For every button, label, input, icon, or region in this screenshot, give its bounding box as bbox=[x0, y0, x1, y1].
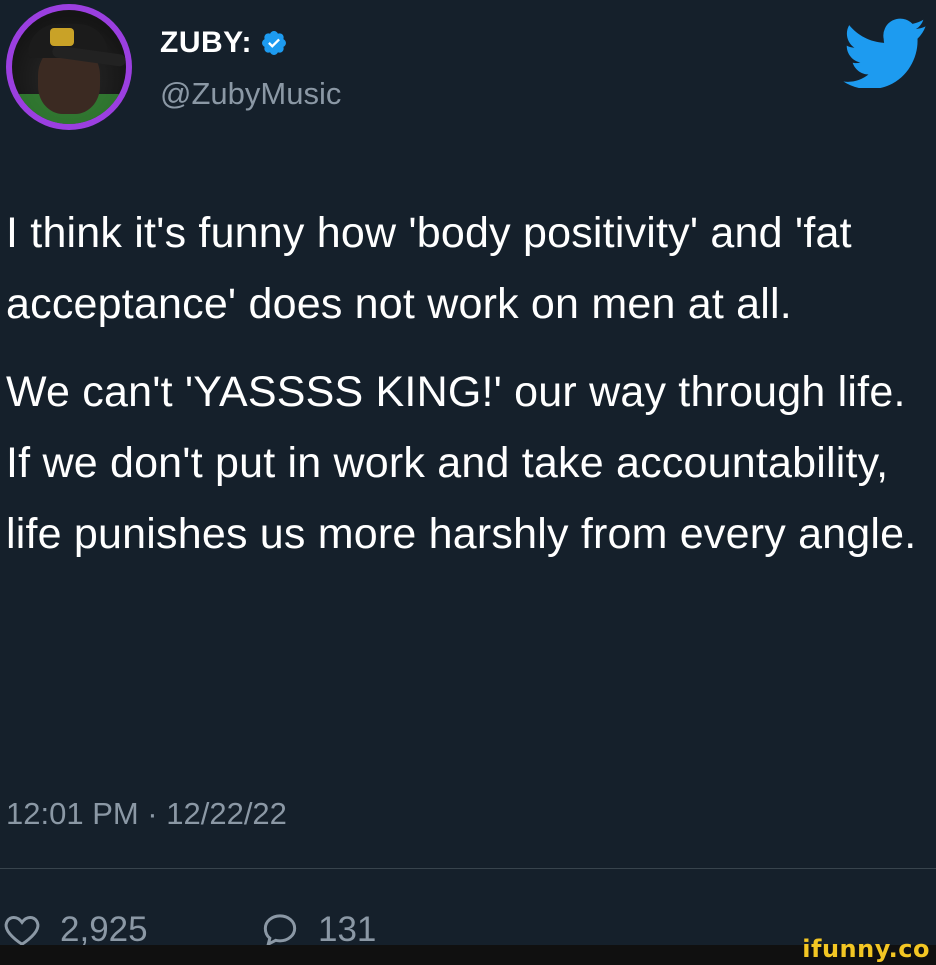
like-count: 2,925 bbox=[60, 910, 148, 949]
tweet-text: I think it's funny how 'body positivity'… bbox=[6, 198, 926, 570]
reply-button[interactable]: 131 bbox=[260, 910, 376, 950]
verified-badge-icon bbox=[261, 31, 286, 55]
author-handle[interactable]: @ZubyMusic bbox=[160, 76, 341, 112]
tweet-header: ZUBY: @ZubyMusic bbox=[0, 0, 936, 150]
heart-icon bbox=[4, 915, 40, 946]
twitter-bird-icon bbox=[843, 18, 926, 88]
ifunny-watermark: ifunny.co bbox=[802, 935, 930, 963]
tweet-paragraph: We can't 'YASSSS KING!' our way through … bbox=[6, 368, 917, 558]
tweet-paragraph: I think it's funny how 'body positivity'… bbox=[6, 209, 852, 328]
author-name-row: ZUBY: bbox=[160, 26, 288, 60]
like-button[interactable]: 2,925 bbox=[2, 910, 148, 950]
reply-count: 131 bbox=[318, 910, 377, 949]
tweet-timestamp[interactable]: 12:01 PM · 12/22/22 bbox=[6, 796, 287, 832]
display-name[interactable]: ZUBY: bbox=[160, 26, 252, 60]
avatar[interactable] bbox=[6, 4, 132, 130]
divider bbox=[0, 868, 936, 869]
avatar-photo bbox=[12, 10, 126, 124]
comment-bubble-icon bbox=[263, 914, 297, 948]
watermark-bar: ifunny.co bbox=[0, 935, 936, 965]
tweet-actions: 2,925 131 bbox=[0, 900, 936, 950]
